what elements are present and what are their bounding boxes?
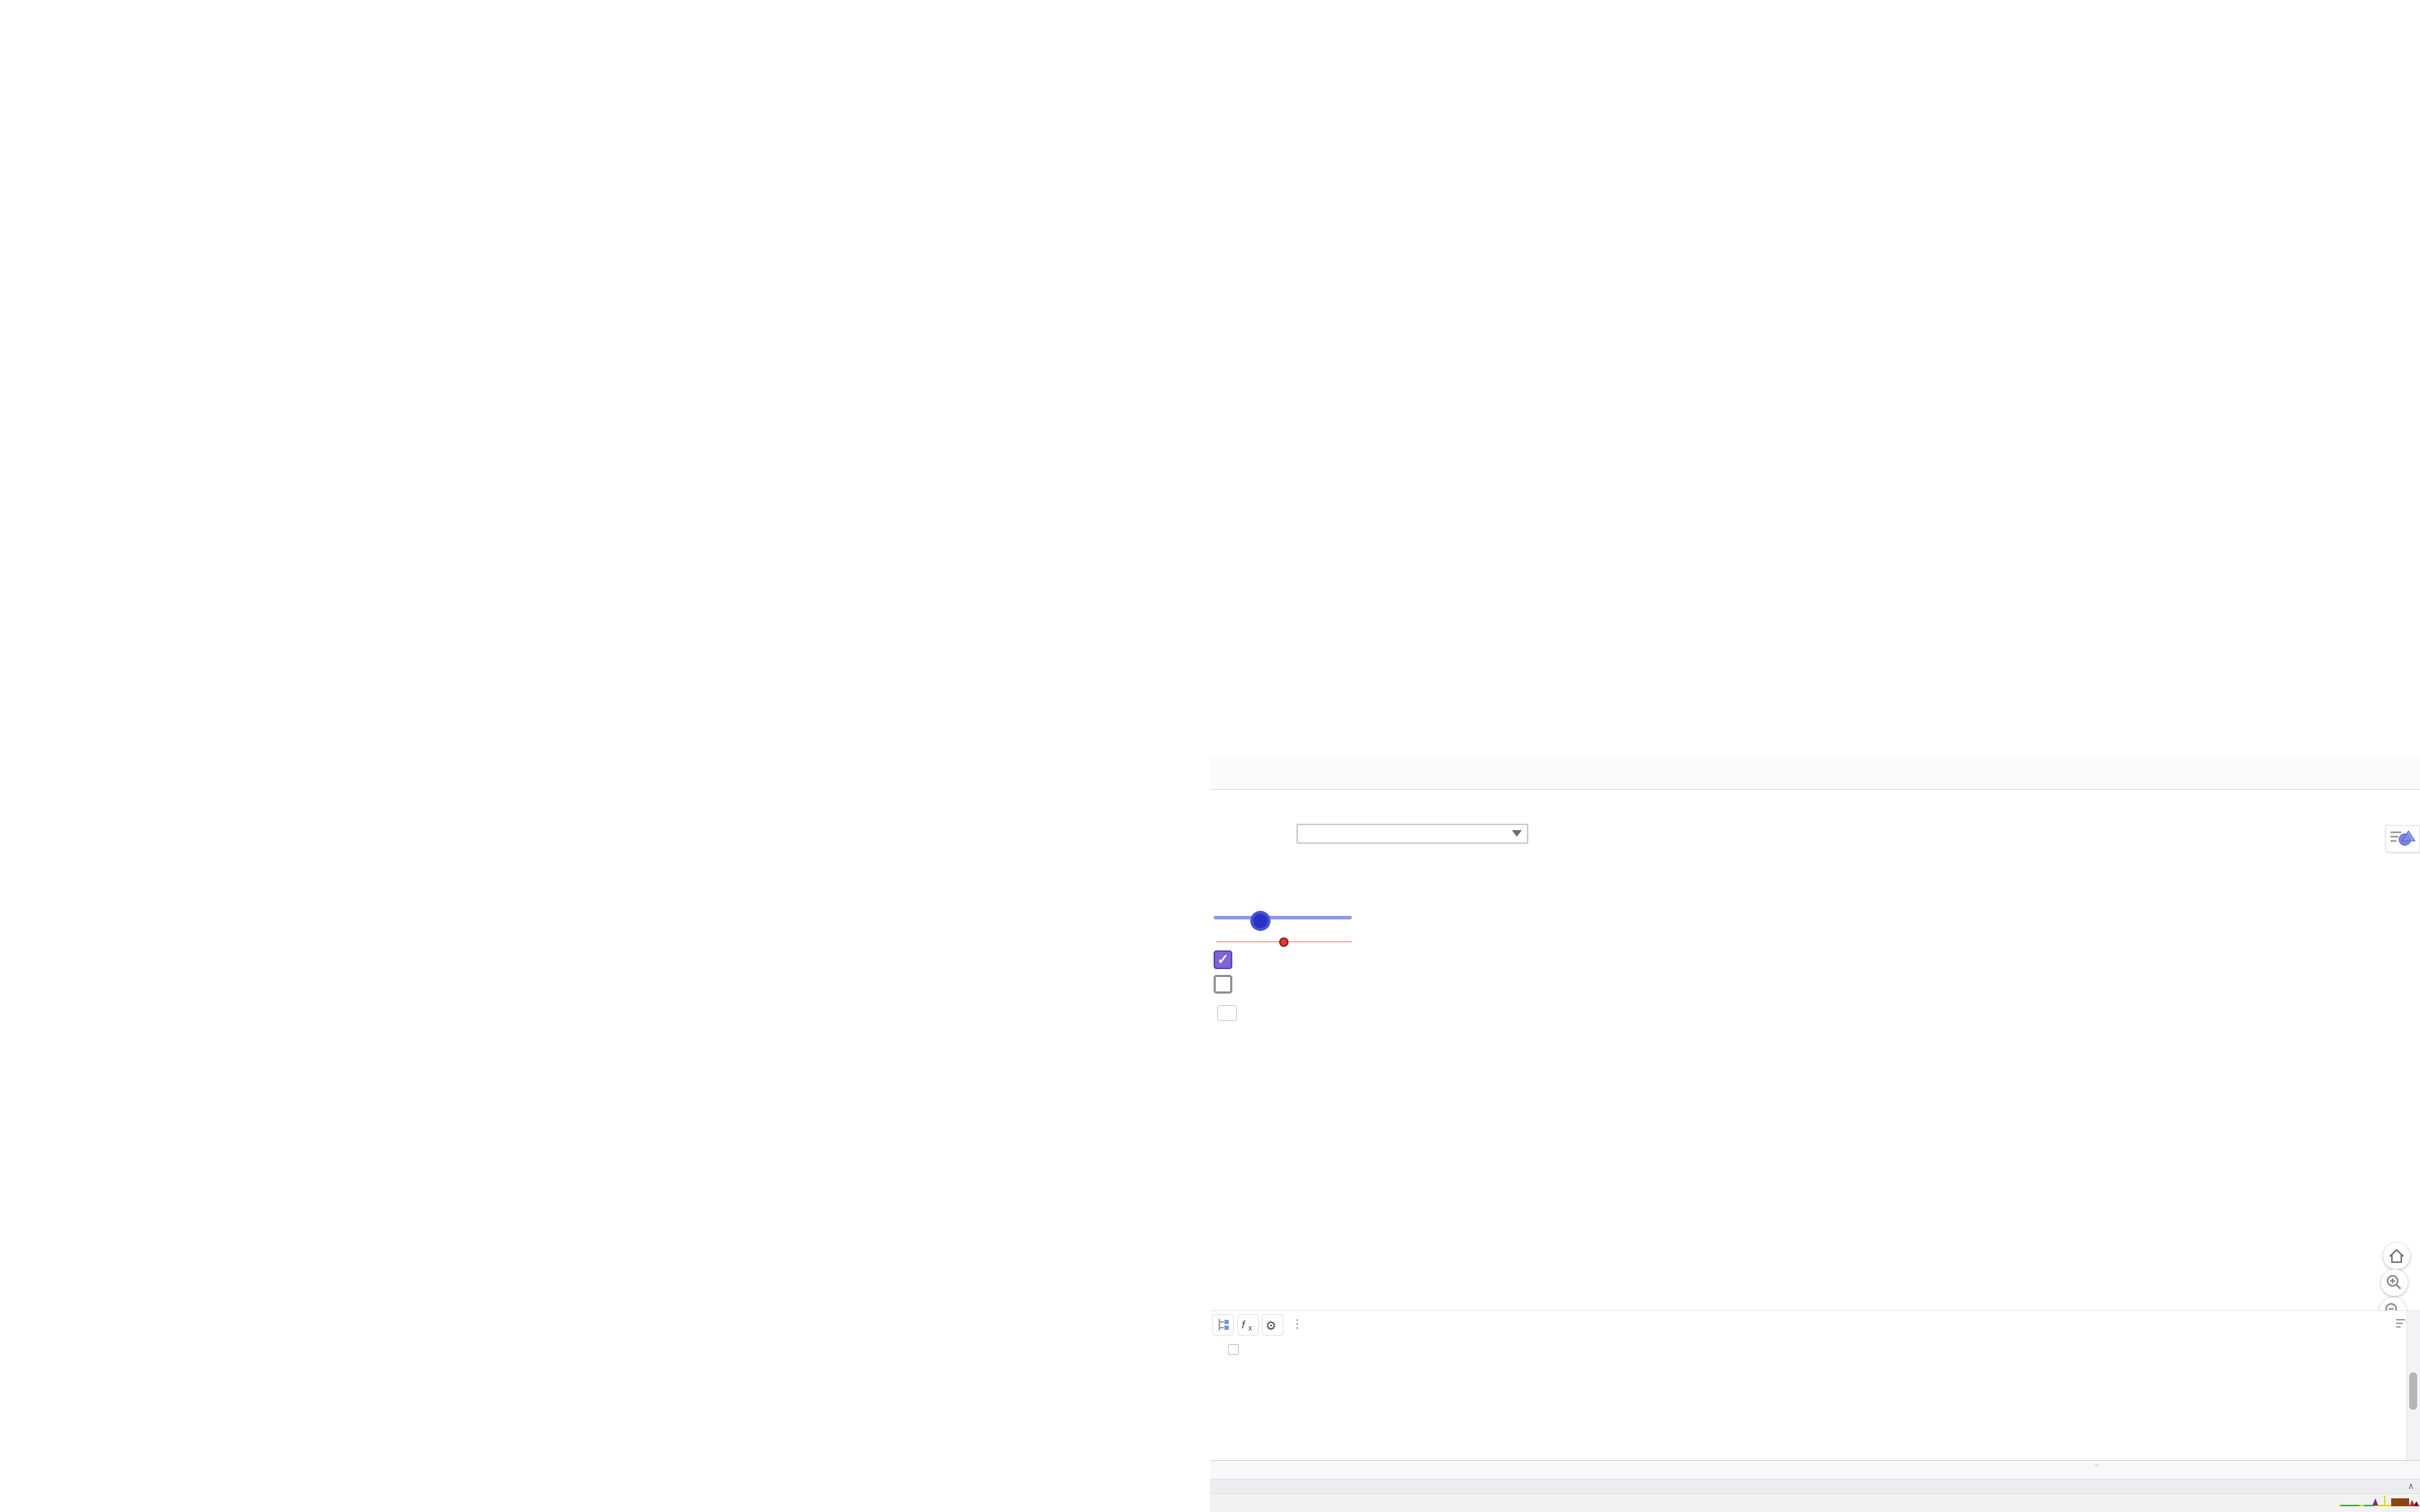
gear-icon: ⚙ [1265, 1319, 1276, 1333]
scrollbar[interactable] [2406, 1311, 2420, 1461]
home-button[interactable] [2383, 1243, 2410, 1269]
step-forward-button[interactable] [1217, 1005, 1237, 1021]
app-quadrant: ✓ f x ⚙ ⋮ ∧ [1210, 756, 2420, 1512]
browser-chrome: ∧ [1210, 1460, 2420, 1512]
algebra-view: fx ⚙ ⋮ [1210, 1310, 2420, 1461]
svg-text:x: x [1248, 1324, 1252, 1333]
graphics-view[interactable]: ✓ [1210, 789, 2420, 1324]
page-zoom-badge[interactable] [2094, 1464, 2099, 1466]
curvature-tangent-checkbox[interactable]: ✓ [1214, 950, 1232, 969]
taskbar-row [1210, 1493, 2420, 1512]
algebra-settings-button[interactable]: ⚙ [1262, 1314, 1283, 1336]
arc-position-slider-knob[interactable] [1279, 937, 1289, 947]
graphics-stylebar-toggle[interactable] [2385, 825, 2420, 852]
collapse-list-button[interactable] [1228, 1344, 1239, 1355]
arc-length-slider-knob[interactable] [1250, 911, 1270, 931]
zoom-in-button[interactable] [2381, 1269, 2408, 1296]
function-input-box[interactable] [1296, 824, 1528, 844]
geogebra-toolbar [1210, 756, 2420, 790]
graph-svg [1210, 789, 2420, 1310]
tree-icon [1224, 1326, 1229, 1330]
chevron-up-icon[interactable]: ∧ [2408, 1481, 2414, 1491]
tracing-checkbox[interactable] [1214, 975, 1232, 994]
algebra-fx-button[interactable]: fx [1237, 1314, 1259, 1336]
home-icon [2389, 1248, 2404, 1264]
kebab-menu-icon[interactable]: ⋮ [1291, 1317, 1303, 1331]
system-monitor-sparkline [2339, 1495, 2420, 1511]
algebra-tree-view-button[interactable] [1212, 1314, 1234, 1336]
chevron-down-icon[interactable] [1512, 830, 1522, 837]
fx-icon: f [1242, 1319, 1246, 1331]
control-panel: ✓ [1210, 894, 1366, 1042]
kaleidoscope-canvas: ✓ f x ⚙ ⋮ ∧ [0, 0, 2420, 1512]
browser-tab-strip: ∧ [1210, 1479, 2420, 1494]
browser-nav-row [1210, 1461, 2420, 1479]
scrollbar-thumb[interactable] [2409, 1372, 2417, 1410]
arc-length-slider[interactable] [1214, 916, 1352, 919]
